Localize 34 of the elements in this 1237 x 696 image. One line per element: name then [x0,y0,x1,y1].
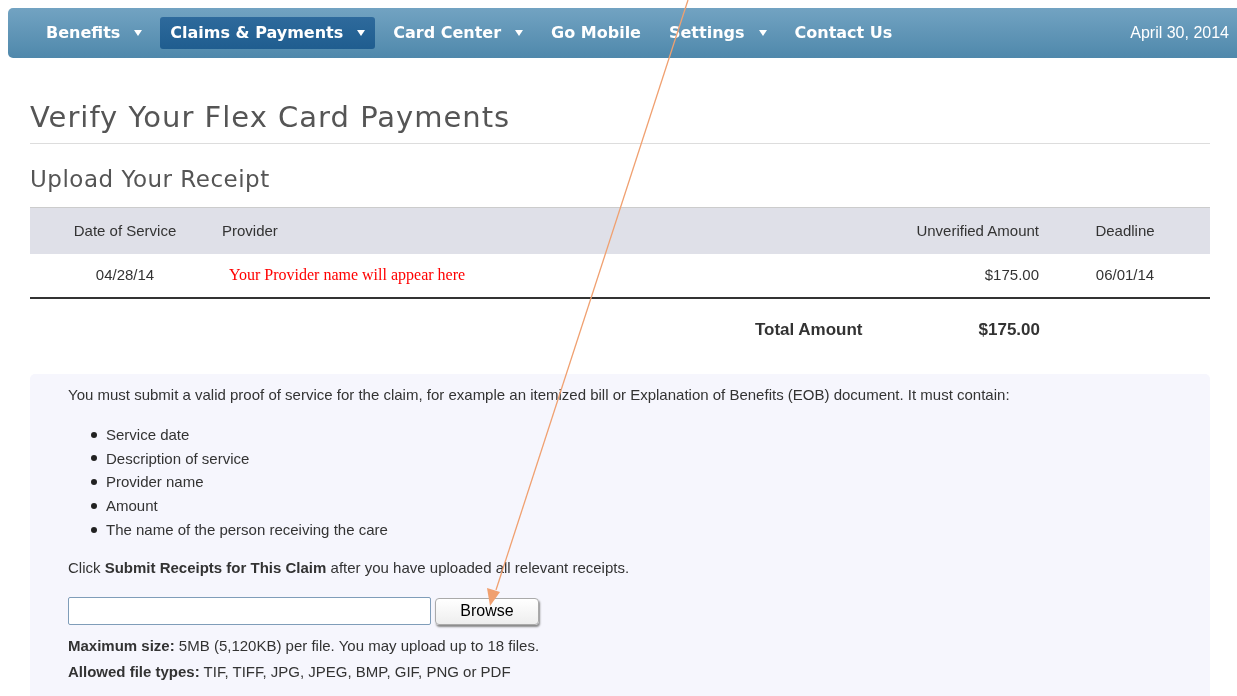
file-note: Maximum size: 5MB (5,120KB) per file. You may upload up to 18 files. [68,636,541,657]
requirement-item: The name of the person receiving the care [106,519,388,540]
browse-button[interactable]: Browse [435,597,539,625]
section-title: Upload Your Receipt [30,165,271,194]
bullet-icon [91,455,97,462]
requirement-item: Description of service [106,448,250,469]
nav-menu-item[interactable]: Benefits [36,17,153,49]
intro-text: You must submit a valid proof of service for the claim, for example an itemized bill or Explanation of Benefits (EOB) document. It must contain: [68,384,1011,405]
total-label: Total Amount [754,319,863,342]
table-cell: $175.00 [984,266,1039,284]
table-cell: 06/01/14 [1095,266,1155,284]
bullet-icon [91,479,97,486]
column-header: Date of Service [73,221,177,239]
column-header: Unverified Amount [916,221,1039,239]
page-title: Verify Your Flex Card Payments [30,100,1210,144]
column-header: Provider [221,221,278,239]
file-path-field[interactable] [68,597,431,626]
bullet-icon [91,502,97,509]
column-header: Deadline [1095,221,1155,239]
nav-menu-item[interactable]: Card Center [383,17,534,49]
requirement-item: Amount [106,496,158,516]
requirement-item: Provider name [106,472,204,493]
bullet-icon [91,431,97,438]
nav-menu-item[interactable]: Go Mobile [541,17,651,49]
instruction-text: Click Submit Receipts for This Claim after you have uploaded all relevant receipts. [68,558,631,579]
current-date: April 30, 2014 [1130,23,1229,43]
nav-menu-item[interactable]: Contact Us [784,17,903,49]
total-value: $175.00 [978,319,1040,342]
file-note: Allowed file types: TIF, TIFF, JPG, JPEG, BMP, GIF, PNG or PDF [68,662,512,683]
table-cell: 04/28/14 [95,266,155,284]
nav-menu-item[interactable]: Claims & Payments [160,17,376,49]
bullet-icon [91,526,97,533]
table-cell-text: Your Provider name will appear here [228,266,466,284]
requirement-item: Service date [106,424,190,445]
